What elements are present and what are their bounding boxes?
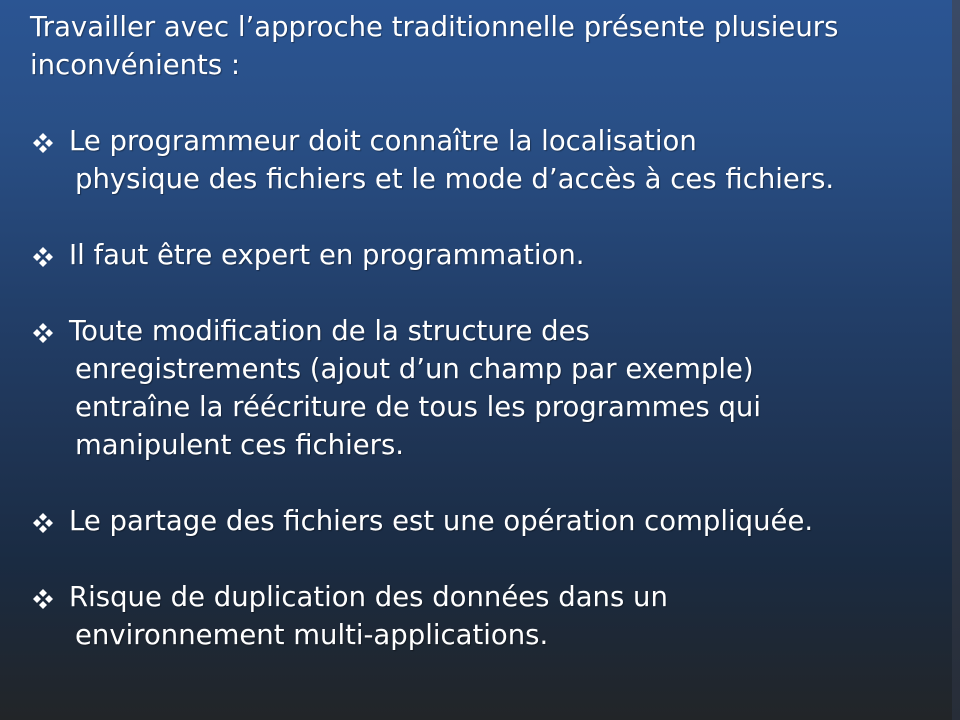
bullet-text: Le programmeur doit connaître la localis… bbox=[69, 125, 697, 157]
bullet-item: Risque de duplication des données dans u… bbox=[30, 578, 960, 654]
four-diamond-bullet-icon bbox=[30, 578, 56, 616]
four-diamond-bullet-icon bbox=[30, 236, 56, 274]
bullet-text: physique des fichiers et le mode d’accès… bbox=[75, 163, 835, 195]
slide-body: Travailler avec l’approche traditionnell… bbox=[30, 8, 960, 692]
four-diamond-bullet-icon bbox=[30, 122, 56, 160]
bullet-text: environnement multi-applications. bbox=[75, 619, 549, 651]
bullet-text: Il faut être expert en programmation. bbox=[69, 239, 585, 271]
bullet-text: manipulent ces fichiers. bbox=[75, 429, 405, 461]
bullet-item: Le partage des fichiers est une opératio… bbox=[30, 502, 960, 540]
four-diamond-bullet-icon bbox=[30, 312, 56, 350]
bullet-text: entraîne la réécriture de tous les progr… bbox=[75, 391, 761, 423]
bullet-text: Toute modification de la structure des bbox=[69, 315, 590, 347]
intro-line: Travailler avec l’approche traditionnell… bbox=[30, 11, 839, 43]
four-diamond-bullet-icon bbox=[30, 502, 56, 540]
bullet-item: Il faut être expert en programmation. bbox=[30, 236, 960, 274]
bullet-text: Risque de duplication des données dans u… bbox=[69, 581, 668, 613]
bullet-item: Le programmeur doit connaître la localis… bbox=[30, 122, 960, 198]
bullet-item: Toute modification de la structure des e… bbox=[30, 312, 960, 464]
bullet-text: Le partage des fichiers est une opératio… bbox=[69, 505, 814, 537]
intro-paragraph: Travailler avec l’approche traditionnell… bbox=[30, 8, 960, 84]
intro-line: inconvénients : bbox=[30, 49, 241, 81]
bullet-text: enregistrements (ajout d’un champ par ex… bbox=[75, 353, 754, 385]
